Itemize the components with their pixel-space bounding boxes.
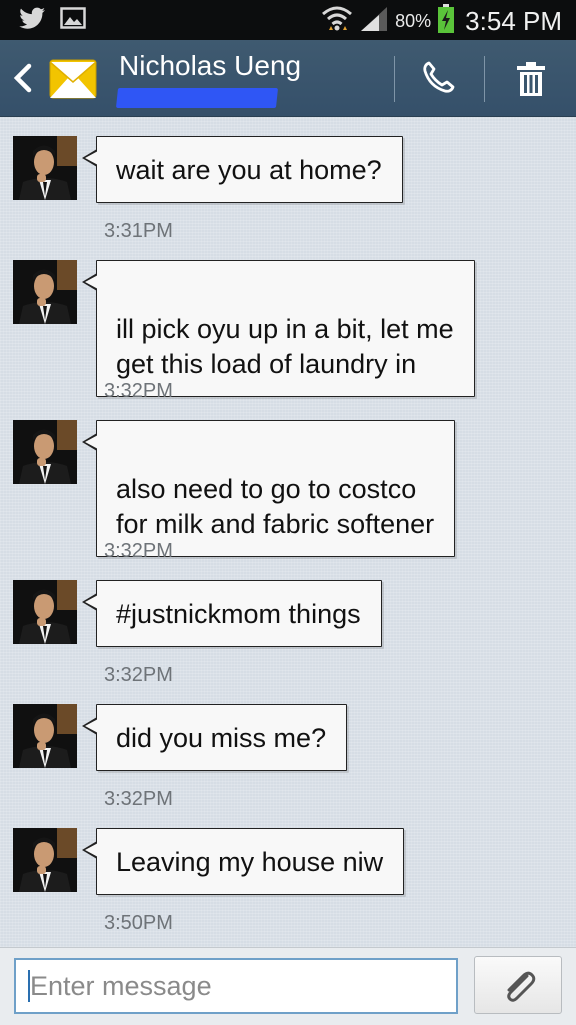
message-text: also need to go to costco for milk and f… [116,474,435,539]
conversation-header: Nicholas Ueng [0,40,576,117]
attach-button[interactable] [474,956,562,1014]
composer-bar [0,947,576,1025]
wifi-icon [321,4,353,39]
redacted-phone-number [115,88,279,108]
message-timestamp: 3:31PM [104,220,173,242]
message-timestamp: 3:32PM [104,788,173,810]
phone-icon[interactable] [420,60,456,96]
text-cursor [28,970,30,1002]
paperclip-icon [507,971,536,1002]
message-list[interactable]: wait are you at home? 3:31PM ill pick oy… [0,117,576,947]
message-bubble[interactable]: also need to go to costco for milk and f… [81,420,456,557]
message-text: did you miss me? [116,723,327,753]
battery-percent: 80% [395,11,432,31]
message-text: #justnickmom things [116,599,361,629]
message-timestamp: 3:50PM [104,912,173,934]
message-bubble[interactable]: ill pick oyu up in a bit, let me get thi… [82,260,475,397]
avatar[interactable] [13,704,77,768]
message-bubble[interactable]: #justnickmom things [82,580,382,647]
message-timestamp: 3:32PM [104,380,173,402]
trash-icon[interactable] [514,60,548,98]
back-icon[interactable] [10,62,36,94]
message-timestamp: 3:32PM [104,664,173,686]
message-text: wait are you at home? [116,155,382,185]
message-text: ill pick oyu up in a bit, let me get thi… [116,314,454,379]
avatar[interactable] [13,420,77,484]
header-divider [394,56,395,102]
clock: 3:54 PM [465,6,562,36]
status-bar: 80% 3:54 PM [0,0,576,40]
message-input[interactable] [14,958,458,1014]
avatar[interactable] [13,260,77,324]
avatar[interactable] [13,580,77,644]
message-timestamp: 3:32PM [104,540,173,562]
avatar[interactable] [13,136,77,200]
message-bubble[interactable]: wait are you at home? [82,136,403,203]
message-bubble[interactable]: Leaving my house niw [81,828,405,895]
avatar[interactable] [13,828,77,892]
header-divider [484,56,485,102]
mail-icon [48,54,98,102]
contact-name: Nicholas Ueng [119,50,302,81]
message-bubble[interactable]: did you miss me? [81,704,348,771]
battery-charging-icon [437,4,455,39]
signal-icon [359,5,389,38]
message-text: Leaving my house niw [116,847,384,877]
twitter-icon [18,6,46,37]
image-icon [60,6,86,37]
